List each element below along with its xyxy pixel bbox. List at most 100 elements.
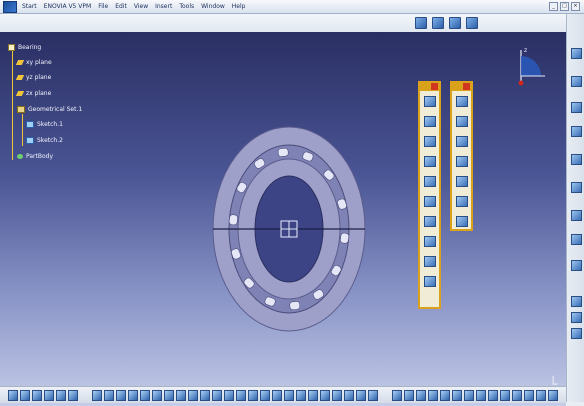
toolbar-tool-icon[interactable] (164, 390, 174, 401)
toolbar-tool-icon[interactable] (92, 390, 102, 401)
toolbar-tool-icon[interactable] (356, 390, 366, 401)
toolbar-tool-icon[interactable] (500, 390, 510, 401)
toolbar-tool-icon[interactable] (476, 390, 486, 401)
toolbar-tool-icon[interactable] (200, 390, 210, 401)
sketch-tool-icon[interactable] (423, 256, 436, 267)
menu-view[interactable]: View (134, 3, 148, 10)
constraint-tool-icon[interactable] (571, 296, 582, 307)
pad-tool-icon[interactable] (571, 76, 582, 87)
menu-enovia[interactable]: ENOVIA V5 VPM (44, 3, 92, 10)
restore-button[interactable]: □ (560, 2, 569, 11)
groove-tool-icon[interactable] (571, 154, 582, 165)
part-tool-icon[interactable] (455, 156, 468, 167)
3d-viewport[interactable]: Bearing xy plane yz plane zx plane Geome… (0, 32, 566, 406)
toolbar-tool-icon[interactable] (212, 390, 222, 401)
toolbar-tool-icon[interactable] (176, 390, 186, 401)
rolling-element (228, 214, 238, 226)
toolbar-header[interactable] (452, 83, 471, 91)
toolbar-tool-icon[interactable] (488, 390, 498, 401)
render-tool-icon[interactable] (571, 328, 582, 339)
sketcher-tool-icon[interactable] (571, 48, 582, 59)
toolbar-tool-icon[interactable] (332, 390, 342, 401)
part-tool-icon[interactable] (455, 196, 468, 207)
toolbar-tool-icon[interactable] (320, 390, 330, 401)
toolbar-tool-icon[interactable] (32, 390, 42, 401)
measure-tool-icon[interactable] (432, 17, 444, 29)
toolbar-tool-icon[interactable] (20, 390, 30, 401)
bearing-model[interactable] (0, 32, 566, 386)
toolbar-tool-icon[interactable] (56, 390, 66, 401)
sketch-tool-icon[interactable] (423, 116, 436, 127)
hole-tool-icon[interactable] (571, 182, 582, 193)
toolbar-tool-icon[interactable] (428, 390, 438, 401)
shaft-tool-icon[interactable] (571, 126, 582, 137)
toolbar-tool-icon[interactable] (464, 390, 474, 401)
select-tool-icon[interactable] (415, 17, 427, 29)
toolbar-tool-icon[interactable] (452, 390, 462, 401)
curve-tool-icon[interactable] (571, 260, 582, 271)
material-tool-icon[interactable] (571, 312, 582, 323)
sketch-tool-icon[interactable] (423, 96, 436, 107)
toolbar-tool-icon[interactable] (512, 390, 522, 401)
minimize-button[interactable]: _ (549, 2, 558, 11)
part-tool-icon[interactable] (455, 136, 468, 147)
toolbar-tool-icon[interactable] (8, 390, 18, 401)
toolbar-tool-icon[interactable] (344, 390, 354, 401)
toolbar-tool-icon[interactable] (536, 390, 546, 401)
sketch-tool-icon[interactable] (423, 136, 436, 147)
menu-insert[interactable]: Insert (155, 3, 172, 10)
compass-icon[interactable]: z (505, 42, 555, 100)
close-icon[interactable] (431, 83, 438, 90)
toolbar-tool-icon[interactable] (236, 390, 246, 401)
part-tool-icon[interactable] (455, 216, 468, 227)
sketch-tool-icon[interactable] (423, 216, 436, 227)
toolbar-tool-icon[interactable] (296, 390, 306, 401)
toolbar-tool-icon[interactable] (284, 390, 294, 401)
toolbar-tool-icon[interactable] (128, 390, 138, 401)
sketch-tool-icon[interactable] (423, 156, 436, 167)
toolbar-tool-icon[interactable] (104, 390, 114, 401)
part-tool-icon[interactable] (455, 116, 468, 127)
toolbar-tool-icon[interactable] (392, 390, 402, 401)
right-toolbar (566, 14, 584, 402)
sketch-tool-icon[interactable] (423, 276, 436, 287)
part-tool-icon[interactable] (455, 176, 468, 187)
toolbar-header[interactable] (420, 83, 439, 91)
sketch-tool-icon[interactable] (423, 196, 436, 207)
toolbar-tool-icon[interactable] (248, 390, 258, 401)
axis-tool-icon[interactable] (466, 17, 478, 29)
toolbar-tool-icon[interactable] (368, 390, 378, 401)
toolbar-tool-icon[interactable] (68, 390, 78, 401)
sketch-tool-icon[interactable] (423, 236, 436, 247)
toolbar-tool-icon[interactable] (440, 390, 450, 401)
toolbar-tool-icon[interactable] (260, 390, 270, 401)
toolbar-tool-icon[interactable] (524, 390, 534, 401)
close-window-button[interactable]: × (571, 2, 580, 11)
rib-tool-icon[interactable] (571, 210, 582, 221)
pocket-tool-icon[interactable] (571, 102, 582, 113)
menu-edit[interactable]: Edit (115, 3, 127, 10)
toolbar-tool-icon[interactable] (308, 390, 318, 401)
toolbar-tool-icon[interactable] (116, 390, 126, 401)
menu-file[interactable]: File (98, 3, 108, 10)
toolbar-tool-icon[interactable] (44, 390, 54, 401)
toolbar-tool-icon[interactable] (416, 390, 426, 401)
menu-start[interactable]: Start (22, 3, 37, 10)
toolbar-tool-icon[interactable] (152, 390, 162, 401)
bottom-toolbar (0, 386, 566, 403)
part-tool-icon[interactable] (455, 96, 468, 107)
toolbar-tool-icon[interactable] (188, 390, 198, 401)
grid-tool-icon[interactable] (449, 17, 461, 29)
toolbar-tool-icon[interactable] (272, 390, 282, 401)
catia-logo-icon[interactable] (3, 0, 17, 13)
toolbar-tool-icon[interactable] (548, 390, 558, 401)
toolbar-tool-icon[interactable] (224, 390, 234, 401)
menu-help[interactable]: Help (232, 3, 246, 10)
sketch-tool-icon[interactable] (423, 176, 436, 187)
menu-window[interactable]: Window (201, 3, 225, 10)
toolbar-tool-icon[interactable] (404, 390, 414, 401)
toolbar-tool-icon[interactable] (140, 390, 150, 401)
line-tool-icon[interactable] (571, 234, 582, 245)
menu-tools[interactable]: Tools (179, 3, 194, 10)
close-icon[interactable] (463, 83, 470, 90)
